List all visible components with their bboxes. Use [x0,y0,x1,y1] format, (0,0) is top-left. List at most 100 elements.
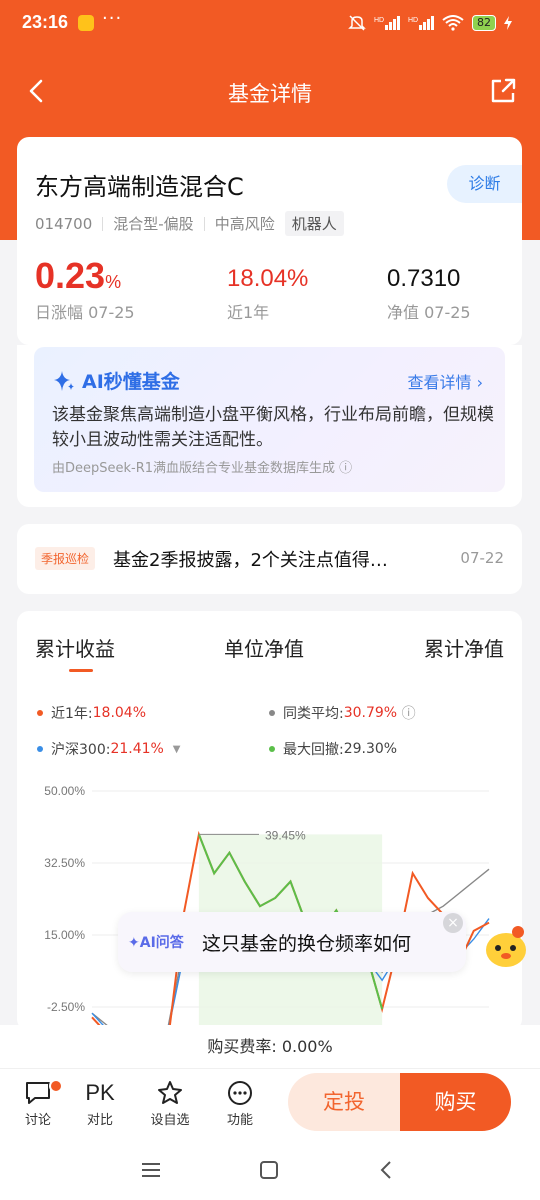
ai-source-text: 由DeepSeek-R1满血版结合专业基金数据库生成 [52,461,336,476]
caret-down-icon: ▼ [172,743,181,755]
page-title: 基金详情 [228,82,312,106]
pk-icon: PK [85,1080,115,1105]
daily-change-stat: 0.23% 日涨幅 07-25 [35,255,135,323]
menu-icon[interactable] [136,1155,166,1185]
fund-tags: 014700 混合型-偏股 中高风险 机器人 [35,211,344,236]
purchase-fee: 购买费率: 0.00% [0,1025,540,1069]
tab-cumulative-return[interactable]: 累计收益 [35,633,115,662]
signal-1-icon: HD [374,16,400,30]
star-add-icon [158,1081,182,1104]
tab-cumulative-nav[interactable]: 累计净值 [424,633,504,662]
report-tag: 季报巡检 [35,547,96,570]
nav-value: 0.7310 [387,265,461,292]
tab-active-indicator [69,669,93,672]
y-tick-label: 50.00% [44,784,85,798]
y-tick-label: 15.00% [44,928,85,942]
notification-dot [49,1079,63,1093]
return-chart[interactable]: 50.00% 32.50% 15.00% -2.50% 39.45% [17,771,522,1031]
ai-qa-tag: ✦AI问答 [128,935,184,951]
fund-name: 东方高端制造混合C [35,173,244,201]
fund-type: 混合型-偏股 [113,215,194,233]
legend-dd-label: 最大回撤: [283,742,344,758]
bottom-action-bar: 讨论 PK 对比 设自选 功能 定投 购买 [0,1069,540,1141]
ai-qa-tag-text: AI问答 [139,935,184,951]
legend-peer-value: 30.79% [343,705,398,721]
fund-summary-card: 东方高端制造混合C 诊断 014700 混合型-偏股 中高风险 机器人 0.23… [17,137,522,345]
year-return-stat: 18.04% 近1年 [227,265,308,323]
year-return-value: 18.04% [227,265,309,292]
report-date: 07-22 [460,549,504,567]
status-time: 23:16 [22,12,69,32]
legend-dot [269,710,275,716]
functions-button[interactable]: 功能 [210,1077,270,1128]
compare-label: 对比 [86,1113,113,1128]
ai-card-wrapper: AI秒懂基金 查看详情 › 该基金聚焦高端制造小盘平衡风格，行业布局前瞻，但规模… [17,345,522,507]
fund-code: 014700 [35,214,93,233]
legend-fund-value: 18.04% [92,705,147,721]
ai-source-note: 由DeepSeek-R1满血版结合专业基金数据库生成 ⓘ [52,457,352,476]
func-label: 功能 [226,1113,253,1128]
buy-button[interactable]: 购买 [400,1073,511,1131]
peak-annotation: 39.45% [265,828,306,842]
ai-details-text: 查看详情 [407,373,472,392]
ai-question-bubble[interactable]: ✦AI问答 这只基金的换仓频率如何 [118,912,466,972]
discuss-label: 讨论 [24,1113,51,1128]
divider [102,216,104,231]
share-icon[interactable] [488,76,518,106]
wifi-icon [442,15,464,31]
info-icon[interactable]: ⓘ [339,461,352,476]
add-watchlist-button[interactable]: 设自选 [140,1077,200,1128]
report-card[interactable]: 季报巡检 基金2季报披露，2个关注点值得… 07-22 [17,524,522,594]
legend-dot [37,746,43,752]
sip-button[interactable]: 定投 [288,1073,400,1131]
compare-button[interactable]: PK 对比 [70,1077,130,1128]
status-bar: 23:16 ··· HD HD 82 [0,0,540,50]
ai-summary-card[interactable]: AI秒懂基金 查看详情 › 该基金聚焦高端制造小盘平衡风格，行业布局前瞻，但规模… [34,347,505,492]
fund-risk: 中高风险 [214,215,275,233]
legend-index[interactable]: 沪深300: 21.41% ▼ [37,739,180,759]
svg-text:HD: HD [374,17,384,24]
info-icon[interactable]: ⓘ [402,703,416,723]
legend-peer-label: 同类平均: [283,706,344,722]
daily-change-label: 日涨幅 07-25 [35,303,135,322]
robot-tag[interactable]: 机器人 [284,211,344,236]
status-icons: HD HD 82 [348,14,512,32]
daily-change-unit: % [105,272,122,292]
nav-bar: 基金详情 [0,62,540,122]
legend-dot [37,710,43,716]
signal-2-icon: HD [408,16,434,30]
system-nav-bar [0,1141,540,1200]
legend-fund-label: 近1年: [51,706,93,722]
daily-change-value: 0.23 [35,255,106,296]
legend-dd-value: 29.30% [343,741,398,757]
ai-question-text: 这只基金的换仓频率如何 [202,933,412,955]
nav-stat: 0.7310 净值 07-25 [387,265,471,323]
charging-icon [504,16,512,30]
mascot-icon[interactable] [478,918,534,974]
year-return-label: 近1年 [227,303,270,322]
app-notification-icon [78,15,94,31]
legend-index-value: 21.41% [110,741,164,757]
legend-fund: 近1年: 18.04% [37,703,146,723]
tab-unit-nav[interactable]: 单位净值 [224,633,304,662]
chevron-right-icon: › [476,373,483,392]
report-text: 基金2季报披露，2个关注点值得… [113,550,388,571]
battery-icon: 82 [472,15,496,31]
ai-details-link[interactable]: 查看详情 › [407,369,483,393]
watch-label: 设自选 [150,1113,190,1128]
home-icon[interactable] [254,1155,284,1185]
svg-text:HD: HD [408,17,418,24]
close-icon[interactable]: × [443,913,463,933]
diagnose-button[interactable]: 诊断 [447,165,522,203]
ai-card-title: AI秒懂基金 [52,367,180,394]
chat-bubble-icon [26,1082,50,1104]
mute-icon [348,15,366,31]
nav-label: 净值 07-25 [387,303,471,322]
legend-peer: 同类平均: 30.79% ⓘ [269,703,416,723]
legend-dot [269,746,275,752]
y-tick-label: 32.50% [44,856,85,870]
discuss-button[interactable]: 讨论 [8,1077,68,1128]
ai-card-title-text: AI秒懂基金 [82,371,180,393]
back-nav-icon[interactable] [372,1155,402,1185]
more-notifications-icon: ··· [102,8,123,29]
